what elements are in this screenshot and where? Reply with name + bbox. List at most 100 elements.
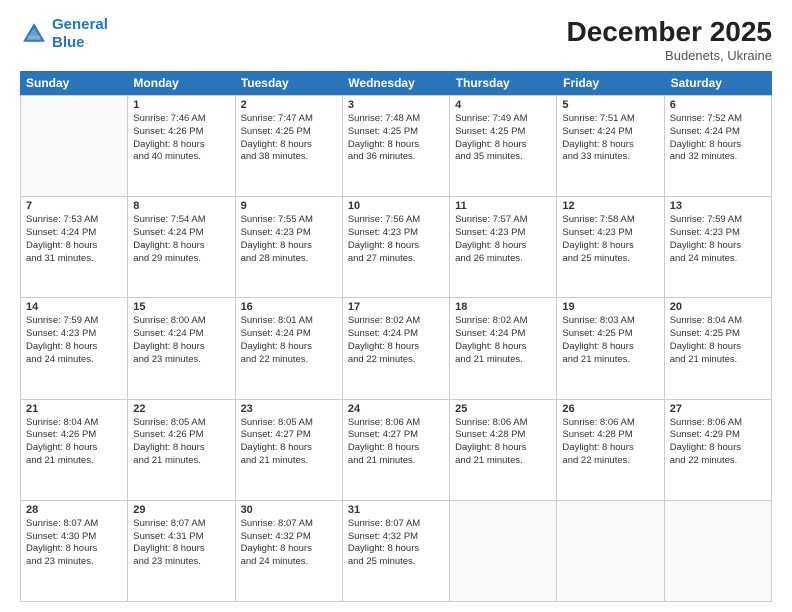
day-cell-10: 10Sunrise: 7:56 AMSunset: 4:23 PMDayligh… <box>343 197 450 297</box>
day-cell-24: 24Sunrise: 8:06 AMSunset: 4:27 PMDayligh… <box>343 400 450 500</box>
cell-info-line: and 33 minutes. <box>562 151 658 164</box>
cell-info-line: Sunrise: 7:49 AM <box>455 113 551 126</box>
cell-info-line: and 32 minutes. <box>670 151 766 164</box>
calendar-body: 1Sunrise: 7:46 AMSunset: 4:26 PMDaylight… <box>20 95 772 602</box>
cell-info-line: Sunrise: 8:07 AM <box>133 518 229 531</box>
cell-info-line: Sunset: 4:25 PM <box>455 126 551 139</box>
cell-info-line: Sunset: 4:24 PM <box>455 328 551 341</box>
day-number: 23 <box>241 403 337 415</box>
cell-info-line: Daylight: 8 hours <box>26 442 122 455</box>
cell-info-line: Sunset: 4:24 PM <box>241 328 337 341</box>
day-number: 5 <box>562 99 658 111</box>
cell-info-line: Daylight: 8 hours <box>241 240 337 253</box>
day-number: 31 <box>348 504 444 516</box>
cell-info-line: Sunset: 4:26 PM <box>133 126 229 139</box>
cell-info-line: Daylight: 8 hours <box>670 139 766 152</box>
cell-info-line: Sunrise: 8:04 AM <box>670 315 766 328</box>
cell-info-line: Sunset: 4:24 PM <box>670 126 766 139</box>
cell-info-line: Sunset: 4:29 PM <box>670 429 766 442</box>
cell-info-line: and 23 minutes. <box>133 556 229 569</box>
cell-info-line: Daylight: 8 hours <box>455 442 551 455</box>
cell-info-line: Sunset: 4:25 PM <box>348 126 444 139</box>
day-number: 2 <box>241 99 337 111</box>
calendar-row-4: 21Sunrise: 8:04 AMSunset: 4:26 PMDayligh… <box>20 399 772 500</box>
day-number: 24 <box>348 403 444 415</box>
cell-info-line: and 22 minutes. <box>562 455 658 468</box>
day-cell-9: 9Sunrise: 7:55 AMSunset: 4:23 PMDaylight… <box>236 197 343 297</box>
page: General Blue December 2025 Budenets, Ukr… <box>0 0 792 612</box>
cell-info-line: Sunrise: 8:06 AM <box>670 417 766 430</box>
weekday-header-tuesday: Tuesday <box>235 71 342 95</box>
cell-info-line: Sunrise: 8:01 AM <box>241 315 337 328</box>
cell-info-line: Sunrise: 7:59 AM <box>26 315 122 328</box>
cell-info-line: Daylight: 8 hours <box>348 341 444 354</box>
weekday-header-saturday: Saturday <box>665 71 772 95</box>
day-cell-14: 14Sunrise: 7:59 AMSunset: 4:23 PMDayligh… <box>21 298 128 398</box>
cell-info-line: and 21 minutes. <box>241 455 337 468</box>
cell-info-line: Sunrise: 7:51 AM <box>562 113 658 126</box>
calendar-row-3: 14Sunrise: 7:59 AMSunset: 4:23 PMDayligh… <box>20 297 772 398</box>
cell-info-line: Sunset: 4:31 PM <box>133 531 229 544</box>
cell-info-line: and 21 minutes. <box>348 455 444 468</box>
cell-info-line: Sunrise: 8:06 AM <box>562 417 658 430</box>
cell-info-line: and 23 minutes. <box>26 556 122 569</box>
cell-info-line: Daylight: 8 hours <box>241 139 337 152</box>
cell-info-line: Sunset: 4:28 PM <box>455 429 551 442</box>
cell-info-line: and 24 minutes. <box>26 354 122 367</box>
cell-info-line: Sunset: 4:25 PM <box>562 328 658 341</box>
cell-info-line: Daylight: 8 hours <box>455 139 551 152</box>
day-cell-30: 30Sunrise: 8:07 AMSunset: 4:32 PMDayligh… <box>236 501 343 601</box>
cell-info-line: Daylight: 8 hours <box>562 341 658 354</box>
day-number: 27 <box>670 403 766 415</box>
cell-info-line: Daylight: 8 hours <box>670 442 766 455</box>
day-cell-16: 16Sunrise: 8:01 AMSunset: 4:24 PMDayligh… <box>236 298 343 398</box>
cell-info-line: and 31 minutes. <box>26 253 122 266</box>
cell-info-line: Daylight: 8 hours <box>241 442 337 455</box>
cell-info-line: Sunset: 4:23 PM <box>455 227 551 240</box>
cell-info-line: and 40 minutes. <box>133 151 229 164</box>
cell-info-line: Daylight: 8 hours <box>133 442 229 455</box>
month-title: December 2025 <box>567 16 772 48</box>
cell-info-line: Daylight: 8 hours <box>26 341 122 354</box>
day-cell-3: 3Sunrise: 7:48 AMSunset: 4:25 PMDaylight… <box>343 96 450 196</box>
cell-info-line: Daylight: 8 hours <box>26 240 122 253</box>
cell-info-line: Sunset: 4:25 PM <box>241 126 337 139</box>
day-number: 16 <box>241 301 337 313</box>
day-number: 13 <box>670 200 766 212</box>
cell-info-line: Sunrise: 7:58 AM <box>562 214 658 227</box>
empty-cell <box>665 501 772 601</box>
cell-info-line: and 23 minutes. <box>133 354 229 367</box>
cell-info-line: Sunrise: 7:59 AM <box>670 214 766 227</box>
cell-info-line: Sunset: 4:26 PM <box>26 429 122 442</box>
cell-info-line: Sunrise: 8:07 AM <box>26 518 122 531</box>
weekday-header-sunday: Sunday <box>20 71 127 95</box>
title-block: December 2025 Budenets, Ukraine <box>567 16 772 63</box>
cell-info-line: Sunrise: 8:05 AM <box>133 417 229 430</box>
cell-info-line: Sunset: 4:23 PM <box>26 328 122 341</box>
day-number: 25 <box>455 403 551 415</box>
cell-info-line: Sunset: 4:25 PM <box>670 328 766 341</box>
cell-info-line: and 26 minutes. <box>455 253 551 266</box>
cell-info-line: Sunrise: 8:06 AM <box>455 417 551 430</box>
calendar: SundayMondayTuesdayWednesdayThursdayFrid… <box>20 71 772 602</box>
cell-info-line: Sunrise: 8:00 AM <box>133 315 229 328</box>
cell-info-line: Daylight: 8 hours <box>348 543 444 556</box>
logo-general: General <box>52 16 108 33</box>
day-cell-27: 27 Sunrise: 8:06 AMSunset: 4:29 PMDayligh… <box>665 400 772 500</box>
cell-info-line: Daylight: 8 hours <box>562 442 658 455</box>
cell-info-line: Sunset: 4:24 PM <box>133 227 229 240</box>
location-subtitle: Budenets, Ukraine <box>567 48 772 63</box>
cell-info-line: Sunset: 4:32 PM <box>348 531 444 544</box>
day-cell-15: 15Sunrise: 8:00 AMSunset: 4:24 PMDayligh… <box>128 298 235 398</box>
logo-blue: Blue <box>52 34 85 51</box>
cell-info-line: Sunset: 4:28 PM <box>562 429 658 442</box>
logo-text: General Blue <box>52 16 108 52</box>
day-number: 22 <box>133 403 229 415</box>
day-number: 18 <box>455 301 551 313</box>
day-cell-8: 8Sunrise: 7:54 AMSunset: 4:24 PMDaylight… <box>128 197 235 297</box>
cell-info-line: Sunset: 4:32 PM <box>241 531 337 544</box>
cell-info-line: Sunrise: 8:02 AM <box>455 315 551 328</box>
cell-info-line: and 28 minutes. <box>241 253 337 266</box>
day-cell-29: 29Sunrise: 8:07 AMSunset: 4:31 PMDayligh… <box>128 501 235 601</box>
cell-info-line: and 22 minutes. <box>241 354 337 367</box>
